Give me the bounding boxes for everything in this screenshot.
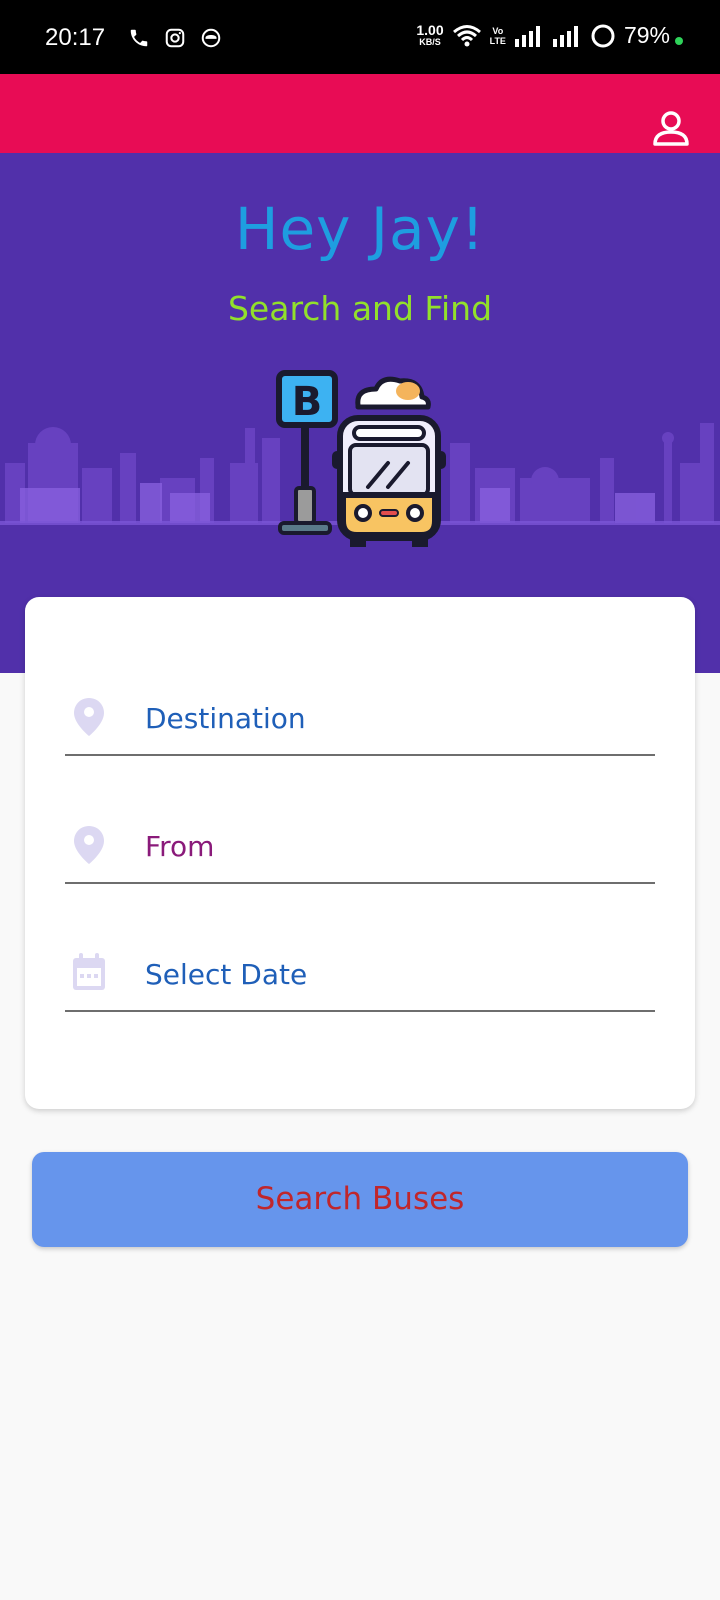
status-notification-icons: [128, 27, 222, 49]
from-field[interactable]: From: [65, 814, 655, 884]
destination-field[interactable]: Destination: [65, 686, 655, 756]
privacy-indicator-dot: [675, 37, 683, 45]
status-system-icons: 1.00 KB/S Vo LTE 79%: [416, 22, 670, 49]
calendar-icon: [73, 953, 105, 990]
hero-banner: Hey Jay! Search and Find B: [0, 153, 720, 673]
signal-icon-sim2: [552, 25, 578, 47]
person-outline-icon[interactable]: [652, 110, 690, 146]
from-label: From: [145, 830, 215, 863]
location-pin-icon: [74, 826, 104, 864]
battery-percent: 79%: [623, 22, 670, 48]
select-date-field[interactable]: Select Date: [65, 942, 655, 1012]
network-speed: 1.00 KB/S: [416, 21, 444, 47]
wifi-icon: [452, 24, 481, 46]
phone-icon: [130, 29, 148, 47]
bus-stop-letter: B: [292, 379, 323, 425]
greeting-title: Hey Jay!: [234, 195, 486, 263]
location-pin-icon: [74, 698, 104, 736]
app-bar: [0, 74, 720, 153]
battery-ring-icon: [591, 24, 615, 47]
bus-stop-illustration: B: [276, 370, 446, 547]
hero-subtitle: Search and Find: [227, 289, 493, 328]
status-time: 20:17: [45, 24, 106, 51]
select-date-label: Select Date: [145, 958, 308, 991]
destination-label: Destination: [145, 702, 306, 735]
app-notification-icon: [201, 28, 221, 48]
signal-icon: [514, 25, 540, 47]
instagram-icon: [165, 28, 185, 48]
search-buses-button[interactable]: Search Buses: [32, 1152, 688, 1247]
status-bar: 20:17 1.00 KB/S Vo LTE 79%: [0, 0, 720, 74]
volte-indicator: Vo LTE: [489, 25, 506, 46]
